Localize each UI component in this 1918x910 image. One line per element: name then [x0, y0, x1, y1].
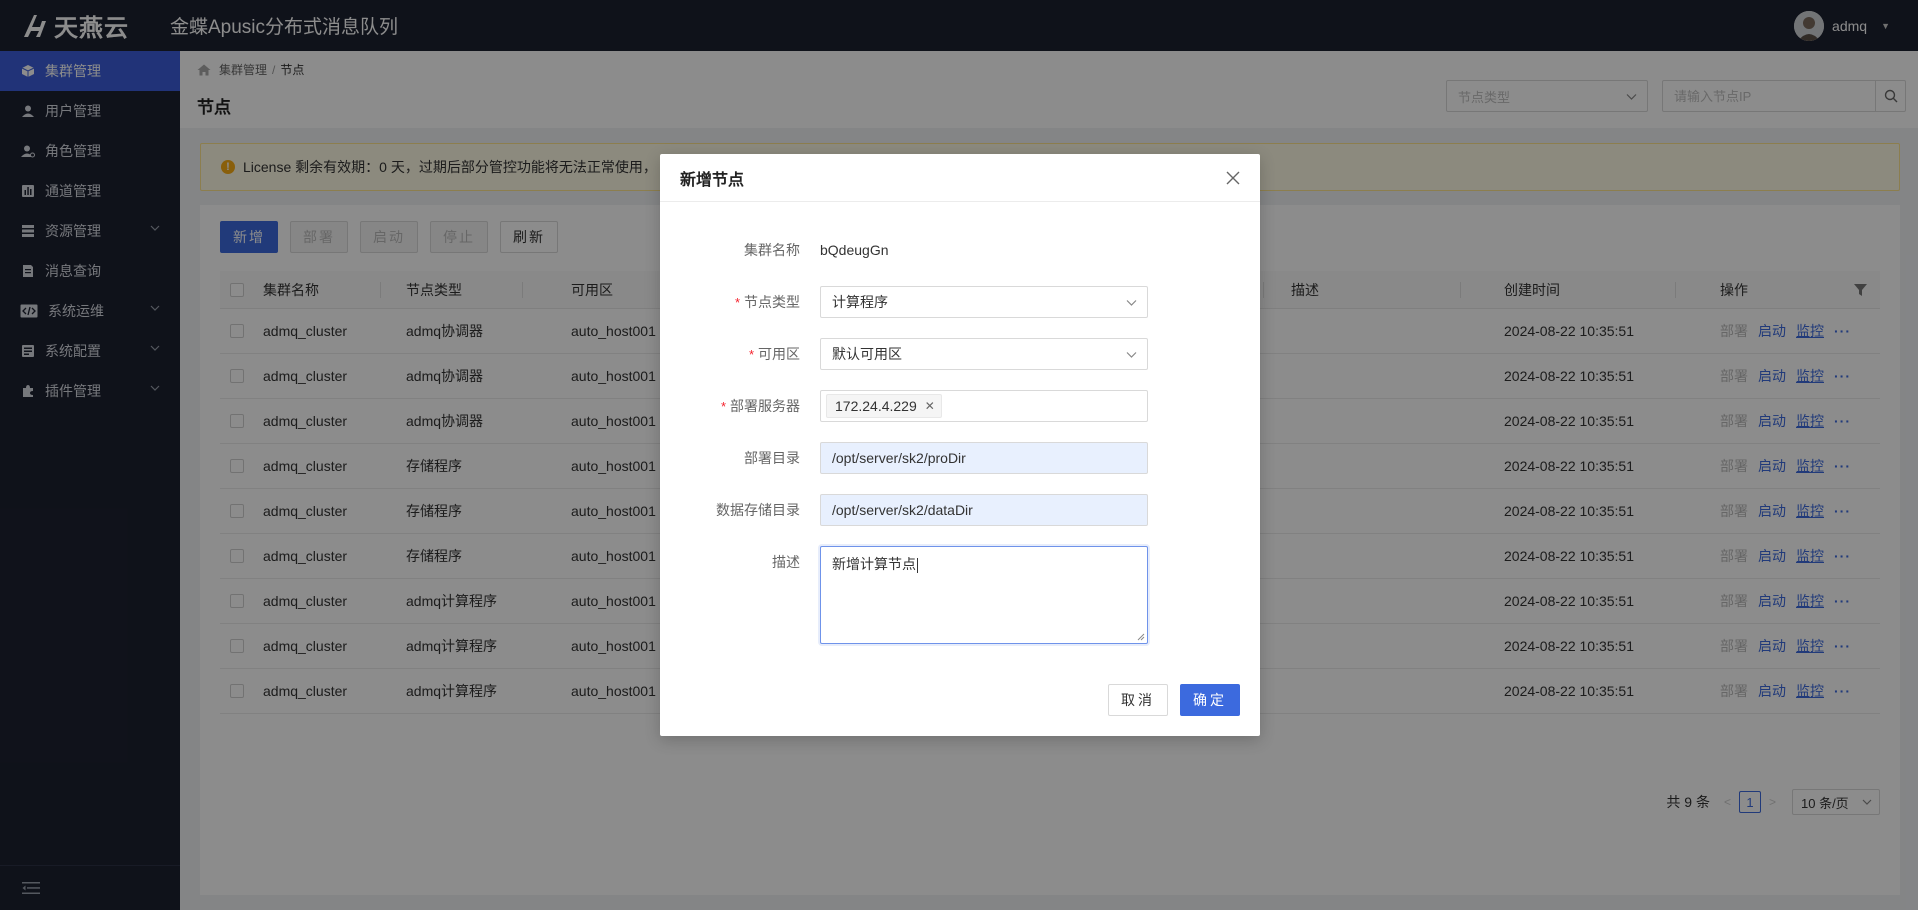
text-cursor	[917, 557, 918, 573]
description-textarea[interactable]: 新增计算节点	[820, 546, 1148, 644]
servers-multiselect[interactable]: 172.24.4.229 ✕	[820, 390, 1148, 422]
dialog-title: 新增节点	[680, 171, 745, 189]
form-row-deploy-dir: 部署目录 /opt/server/sk2/proDir	[660, 442, 1260, 474]
required-mark: *	[720, 398, 726, 414]
zone-label: 可用区	[758, 346, 800, 362]
node-type-select[interactable]: 计算程序	[820, 286, 1148, 318]
dialog-footer: 取消 确定	[1108, 684, 1240, 716]
form-row-cluster-name: 集群名称 bQdeugGn	[660, 234, 1260, 266]
form-row-node-type: * 节点类型 计算程序	[660, 286, 1260, 318]
dialog-header: 新增节点	[660, 154, 1260, 202]
form-row-description: 描述 新增计算节点	[660, 546, 1260, 644]
form-row-servers: * 部署服务器 172.24.4.229 ✕	[660, 390, 1260, 422]
zone-value: 默认可用区	[832, 346, 902, 362]
deploy-dir-label: 部署目录	[744, 450, 800, 466]
form-row-zone: * 可用区 默认可用区	[660, 338, 1260, 370]
node-type-value: 计算程序	[832, 294, 888, 310]
data-dir-label: 数据存储目录	[716, 502, 800, 518]
server-tag-label: 172.24.4.229	[835, 398, 917, 414]
data-dir-input[interactable]: /opt/server/sk2/dataDir	[820, 494, 1148, 526]
description-value: 新增计算节点	[832, 556, 916, 572]
resize-handle-icon[interactable]	[1137, 633, 1145, 641]
add-node-dialog: 新增节点 集群名称 bQdeugGn * 节点类型 计算程序 * 可用区 默认可用区…	[660, 154, 1260, 736]
form-row-data-dir: 数据存储目录 /opt/server/sk2/dataDir	[660, 494, 1260, 526]
cancel-button[interactable]: 取消	[1108, 684, 1168, 716]
server-tag: 172.24.4.229 ✕	[826, 394, 942, 418]
tag-close-icon[interactable]: ✕	[925, 399, 935, 413]
close-icon[interactable]	[1224, 169, 1242, 187]
zone-select[interactable]: 默认可用区	[820, 338, 1148, 370]
confirm-button[interactable]: 确定	[1180, 684, 1240, 716]
chevron-down-icon	[1126, 300, 1137, 306]
required-mark: *	[748, 346, 754, 362]
cluster-name-value: bQdeugGn	[820, 234, 1148, 266]
servers-label: 部署服务器	[730, 398, 800, 414]
required-mark: *	[734, 294, 740, 310]
description-label: 描述	[772, 554, 800, 570]
cluster-name-label: 集群名称	[744, 242, 800, 258]
chevron-down-icon	[1126, 352, 1137, 358]
deploy-dir-input[interactable]: /opt/server/sk2/proDir	[820, 442, 1148, 474]
node-type-label: 节点类型	[744, 294, 800, 310]
